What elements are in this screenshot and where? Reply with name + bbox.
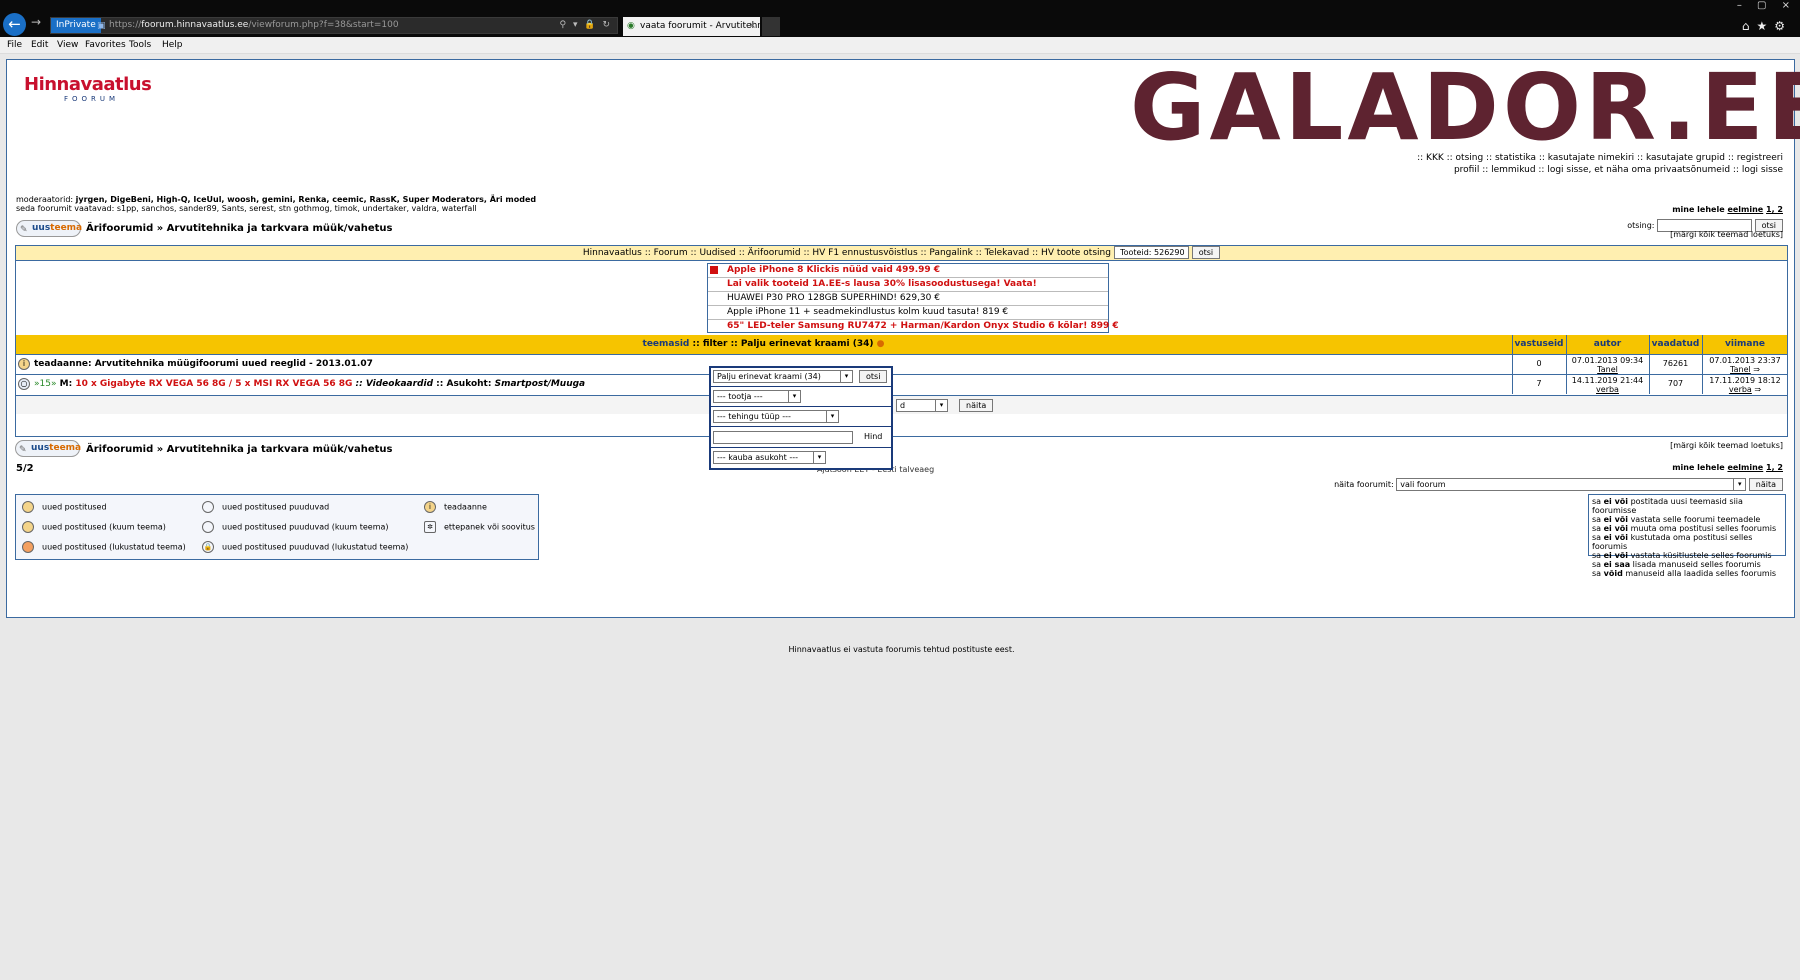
table-row: i teadaanne: Arvutitehnika müügifoorumi …	[16, 354, 1787, 374]
galador-banner[interactable]: GALADOR.EE	[1130, 62, 1800, 154]
pagination-bottom: mine lehele eelmine 1, 2	[1672, 463, 1783, 472]
breadcrumb-bottom[interactable]: Ärifoorumid » Arvutitehnika ja tarkvara …	[86, 444, 392, 455]
show-button[interactable]: näita	[959, 399, 994, 412]
topic-title[interactable]: teadaanne: Arvutitehnika müügifoorumi uu…	[34, 359, 373, 369]
ad-link[interactable]: Lai valik tooteid 1A.EE-s lausa 30% lisa…	[708, 278, 1108, 292]
page-icon: ▣	[97, 21, 106, 31]
jump-to-forum: näita foorumit: vali foorum ▾ näita	[1334, 478, 1783, 491]
mark-read-link-bottom[interactable]: [märgi kõik teemad loetuks]	[1670, 441, 1783, 450]
ad-link[interactable]: Apple iPhone 8 Klickis nüüd vaid 499.99 …	[708, 264, 1108, 278]
mark-read-link[interactable]: [märgi kõik teemad loetuks]	[1670, 230, 1783, 239]
locked-no-new-icon: 🔒	[202, 541, 214, 553]
close-icon[interactable]: ×	[748, 17, 756, 36]
tab-title: vaata foorumit - Arvutitehn...	[640, 21, 760, 31]
show-forum-button[interactable]: näita	[1748, 478, 1783, 491]
moderator-links[interactable]: jyrgen, DigeBeni, High-Q, IceUul, woosh,…	[76, 195, 536, 204]
viewer-links[interactable]: s1pp, sanchos, sander89, Sants, serest, …	[117, 204, 477, 213]
hot-topic-icon	[22, 521, 34, 533]
ad-icon	[710, 266, 718, 274]
topic-table: Hinnavaatlus :: Foorum :: Uudised :: Äri…	[15, 245, 1788, 437]
last-author-link[interactable]: verba	[1729, 385, 1752, 394]
new-posts-icon	[22, 501, 34, 513]
home-star-gear-icons[interactable]: ⌂★⚙	[1742, 19, 1792, 33]
browser-chrome: ← → InPrivate ▣ https://foorum.hinnavaat…	[0, 0, 1800, 37]
new-topic-button-bottom[interactable]: ✎ uusteema	[15, 440, 81, 457]
product-search-input[interactable]: Tooteid: 526290	[1113, 246, 1189, 259]
filter-panel: Palju erinevat kraami (34) ▾ otsi --- too…	[709, 366, 893, 470]
ad-link[interactable]: 65" LED-teler Samsung RU7472 + Harman/Ka…	[708, 320, 1119, 334]
moderators-block: moderaatorid: jyrgen, DigeBeni, High-Q, …	[16, 195, 537, 213]
views-header: vaadatud	[1649, 335, 1701, 354]
filter-search-button[interactable]: otsi	[859, 370, 888, 383]
hot-topic-no-new-icon	[202, 521, 214, 533]
forum-page: Hinnavaatlus FOORUM GALADOR.EE :: KKK ::…	[6, 59, 1800, 654]
topic-title[interactable]: »15» M: 10 x Gigabyte RX VEGA 56 8G / 5 …	[34, 379, 585, 389]
breadcrumb[interactable]: Ärifoorumid » Arvutitehnika ja tarkvara …	[86, 223, 392, 234]
hinnavaatlus-logo[interactable]: Hinnavaatlus FOORUM	[24, 74, 152, 103]
author-link[interactable]: verba	[1596, 385, 1619, 394]
menu-tools[interactable]: Tools	[129, 40, 151, 50]
icon-legend: uued postitused uued postitused puuduvad…	[15, 494, 539, 560]
forum-select[interactable]: vali foorum ▾	[1396, 478, 1747, 491]
prev-page-link[interactable]: eelmine	[1727, 463, 1763, 472]
topic-status-icon: ○	[18, 378, 30, 390]
product-search-button[interactable]: otsi	[1191, 246, 1221, 259]
tab-favicon-icon: ◉	[627, 21, 635, 31]
category-select[interactable]: Palju erinevat kraami (34) ▾	[713, 370, 853, 383]
location-select[interactable]: --- kauba asukoht --- ▾	[713, 451, 826, 464]
goto-post-icon: ⇒	[1753, 365, 1760, 374]
suggestion-icon: ✲	[424, 521, 436, 533]
last-author-link[interactable]: Tanel	[1730, 365, 1751, 374]
url-text[interactable]: https://foorum.hinnavaatlus.ee/viewforum…	[109, 18, 399, 33]
pencil-icon: ✎	[20, 225, 28, 235]
footer-disclaimer: Hinnavaatlus ei vastuta foorumis tehtud …	[788, 645, 1015, 654]
menu-view[interactable]: View	[57, 40, 78, 50]
menu-bar: File Edit View Favorites Tools Help	[0, 37, 1800, 54]
announcement-icon: i	[424, 501, 436, 513]
topics-header: teemasid :: filter :: Palju erinevat kra…	[642, 339, 885, 349]
announcement-icon: i	[18, 358, 30, 370]
author-link[interactable]: Tanel	[1597, 365, 1618, 374]
table-row: ○ »15» M: 10 x Gigabyte RX VEGA 56 8G / …	[16, 374, 1787, 394]
menu-favorites[interactable]: Favorites	[85, 40, 126, 50]
table-footer-row: d ▾ näita	[16, 395, 1787, 414]
forward-arrow-icon[interactable]: →	[31, 15, 41, 29]
window-controls[interactable]: – ▢ ×	[1737, 0, 1796, 11]
page-count: 5/2	[16, 463, 34, 474]
page-links[interactable]: 1, 2	[1766, 463, 1783, 472]
menu-help[interactable]: Help	[162, 40, 183, 50]
pagination-top: mine lehele eelmine 1, 2	[1672, 205, 1783, 214]
menu-file[interactable]: File	[7, 40, 22, 50]
locked-topic-icon	[22, 541, 34, 553]
prev-page-link[interactable]: eelmine	[1727, 205, 1763, 214]
price-label[interactable]: Hind	[858, 431, 888, 444]
no-new-posts-icon	[202, 501, 214, 513]
ad-link[interactable]: Apple iPhone 11 + seadmekindlustus kolm …	[708, 306, 1108, 320]
pencil-icon: ✎	[19, 445, 27, 455]
search-icon[interactable]: ⚲ ▾ 🔒 ↻	[560, 18, 612, 33]
back-arrow-icon[interactable]: ←	[3, 13, 26, 36]
ad-box: Apple iPhone 8 Klickis nüüd vaid 499.99 …	[707, 263, 1119, 334]
inprivate-badge: InPrivate	[51, 18, 101, 33]
new-tab-button[interactable]	[762, 17, 780, 36]
address-bar[interactable]: InPrivate ▣ https://foorum.hinnavaatlus.…	[50, 17, 618, 34]
permissions-box: sa ei või postitada uusi teemasid siia f…	[1588, 494, 1786, 578]
author-header: autor	[1566, 335, 1648, 354]
price-input[interactable]	[713, 431, 853, 444]
last-post-header: viimane postitus	[1702, 335, 1787, 368]
browser-tab[interactable]: ◉ vaata foorumit - Arvutitehn... ×	[623, 17, 760, 36]
deal-type-select[interactable]: --- tehingu tüüp --- ▾	[713, 410, 839, 423]
sort-select[interactable]: d ▾	[896, 399, 948, 412]
filter-dot-icon: ●	[876, 339, 885, 349]
table-header: teemasid :: filter :: Palju erinevat kra…	[16, 335, 1787, 368]
site-navbar: Hinnavaatlus :: Foorum :: Uudised :: Äri…	[16, 246, 1787, 261]
maker-select[interactable]: --- tootja --- ▾	[713, 390, 801, 403]
new-topic-button[interactable]: ✎ uusteema	[16, 220, 82, 237]
page-links[interactable]: 1, 2	[1766, 205, 1783, 214]
ad-link[interactable]: HUAWEI P30 PRO 128GB SUPERHIND! 629,30 €	[708, 292, 1108, 306]
replies-header: vastuseid	[1512, 335, 1565, 354]
goto-post-icon: ⇒	[1754, 385, 1762, 394]
menu-edit[interactable]: Edit	[31, 40, 48, 50]
header-links[interactable]: :: KKK :: otsing :: statistika :: kasuta…	[1417, 152, 1783, 176]
